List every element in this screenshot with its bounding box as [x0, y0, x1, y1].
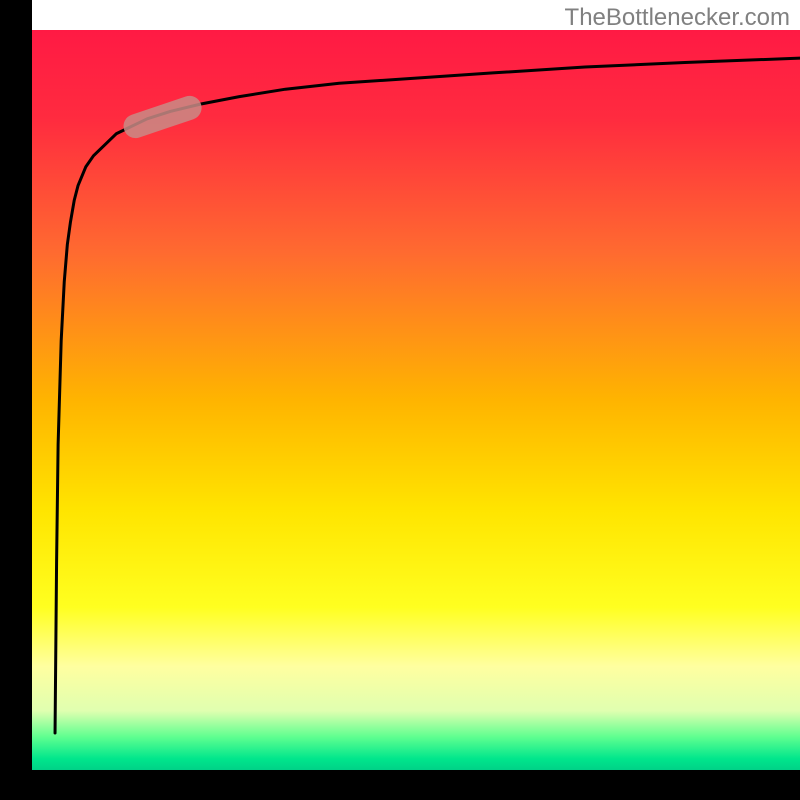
plot-background: [32, 30, 800, 770]
x-axis-frame: [0, 770, 800, 800]
chart-area: TheBottlenecker.com: [0, 0, 800, 800]
y-axis-frame: [0, 0, 32, 800]
chart-svg: [0, 0, 800, 800]
watermark-label: TheBottlenecker.com: [565, 4, 790, 32]
